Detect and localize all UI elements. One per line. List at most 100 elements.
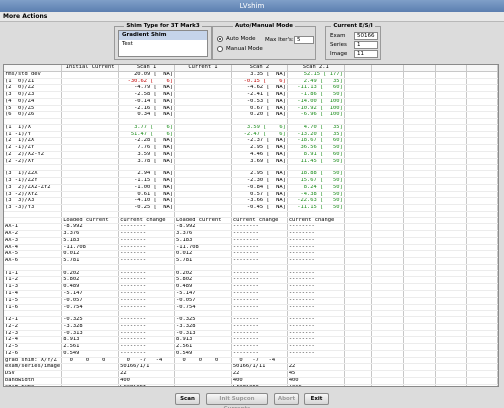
table-row[interactable]: AX-6 5.781 -------- 5.781 -------- -------- [4,257,498,265]
auto-mode-radio[interactable]: Auto Mode [217,36,256,42]
table-row[interactable]: (1 -1)/Y 51.47 [ 6] -2.47 [ 6] -13.20 [ 35] [4,131,498,139]
table-row[interactable]: T2-6 0.549 -------- 0.549 -------- -------- [4,350,498,358]
column-header[interactable]: Initial Current [61,65,120,72]
table-row[interactable]: (2 0)/Z2 -4.79 [ NA] -4.62 [ NA] -11.13 [ 6… [4,84,498,93]
table-row[interactable]: T2-5 2.561 -------- 2.561 -------- -------- [4,343,498,351]
table-row[interactable]: (3 -1)/Z2Y -1.15 [ NA] -2.30 [ NA] 15.67 [ … [4,177,498,185]
table-cell [174,363,232,372]
table-cell [435,71,468,79]
table-row[interactable]: (4 0)/Z4 -0.14 [ NA] -0.53 [ NA] -14.00 [ 1… [4,98,498,106]
table-cell [403,105,436,113]
table-cell: 3.77 [ 6] [118,124,176,132]
table-row[interactable]: (2 -1)/ZY 7.76 [ NA] 2.95 [ NA] 36.56 [ 50] [4,144,498,152]
table-cell [466,191,498,199]
table-cell [371,111,405,120]
table-row[interactable]: AX-3 5.183 -------- 5.183 -------- -------- [4,237,498,245]
table-row[interactable]: (5 0)/Z5 -2.16 [ NA] 0.67 [ NA] -10.92 [ 10… [4,105,498,113]
table-row[interactable]: (2 1)/ZX -2.28 [ NA] -2.37 [ NA] -18.67 [ 6… [4,137,498,146]
scan-button[interactable]: Scan [175,393,200,405]
series-field[interactable]: 1 [354,41,378,49]
table-cell [466,316,498,324]
table-cell [174,170,232,178]
table-cell: -11.708 [61,244,120,252]
table-row[interactable]: AX-5 0.012 -------- 0.012 -------- -------- [4,250,498,259]
table-cell [61,124,120,132]
table-cell: 0.67 [ NA] [231,105,288,113]
table-row[interactable]: T1-4 -5.147 -------- -5.147 -------- -------- [4,290,498,298]
table-row[interactable]: (3 3)/X3 -4.10 [ NA] -3.66 [ NA] -22.63 [ 5… [4,197,498,206]
table-row[interactable]: grad shim: X/Y/Z 0 0 0 0 -7 -4 0 0 0 0 -… [4,357,498,365]
table-row[interactable]: T1-1 0.202 -------- 0.202 -------- -------- [4,270,498,278]
table-row[interactable]: (6 0)/Z6 0.34 [ NA] 0.20 [ NA] -6.96 [ 100] [4,111,498,120]
table-cell [435,151,468,159]
table-cell: current change [118,217,176,225]
table-cell [344,98,373,106]
table-row[interactable]: (3 -2)/XYZ 0.61 [ NA] 0.57 [ NA] -4.38 [ 50… [4,191,498,199]
table-cell: 7.76 [ NA] [118,144,176,152]
table-cell: -0.84 [ NA] [231,184,288,192]
table-row[interactable]: (3 2)/ZX2-ZY2 -1.00 [ NA] -0.84 [ NA] 8.24 … [4,184,498,192]
table-row[interactable]: (1 0)/Z1 -30.62 [ 6] -0.15 [ 6] 2.49 [ 35] [4,78,498,86]
table-row[interactable]: (1 1)/X 3.77 [ 6] 3.59 [ 6] 4.70 [ 35] [4,124,498,132]
table-row[interactable]: shim typeGradientGradientTest [4,384,498,386]
table-cell: -3.328 [61,323,120,331]
exit-button[interactable]: Exit [304,393,329,405]
table-cell: Test [287,384,345,386]
table-row[interactable]: T1-5 -0.057 -------- -0.057 -------- -------- [4,297,498,305]
table-row[interactable]: Loaded current current change Loaded curre… [4,217,498,225]
shim-type-list[interactable]: Gradient Shim Test [118,30,208,57]
table-row[interactable]: AX-2 3.376 -------- 3.376 -------- -------- [4,230,498,238]
table-cell [371,84,405,93]
table-cell [344,316,373,324]
table-row[interactable]: T2-1 -0.325 -------- -0.325 -------- -------- [4,316,498,324]
table-cell [344,151,373,159]
table-cell [466,283,498,291]
table-row[interactable]: (2 2)/X2-Y2 3.59 [ NA] 4.46 [ NA] 8.91 [ 60… [4,151,498,159]
exam-field[interactable]: 50166 [354,32,378,40]
table-cell [371,78,405,86]
table-row[interactable]: T2-3 -0.313 -------- -0.313 -------- -------- [4,330,498,338]
table-row[interactable]: (2 -2)/XY 3.78 [ NA] 3.69 [ NA] 11.45 [ 50] [4,158,498,166]
table-cell [61,177,120,185]
table-cell [435,276,468,285]
image-field[interactable]: 11 [354,50,378,58]
table-row[interactable]: (3 -3)/Y3 -0.25 [ NA] -0.45 [ NA] -11.15 [ … [4,204,498,212]
table-row[interactable]: AX-4 -11.708 -------- -11.708 -------- ------… [4,244,498,252]
table-cell [174,98,232,106]
table-row[interactable]: T2-2 -3.328 -------- -3.328 -------- -------- [4,323,498,331]
table-cell [174,111,232,120]
table-cell: -13.20 [ 35] [287,131,345,139]
table-row[interactable]: (3 1)/Z2X 2.94 [ NA] 2.95 [ NA] 18.88 [ 50] [4,170,498,178]
shim-option-test[interactable]: Test [119,40,207,49]
table-cell: 0.489 [61,283,120,291]
abort-button[interactable]: Abort [274,393,299,405]
table-cell: 2.94 [ NA] [118,170,176,178]
table-row[interactable]: T2-4 8.913 -------- 8.913 -------- -------- [4,336,498,345]
table-cell [61,191,120,199]
table-row[interactable]: rms/std dev 20.09 [ NA] 3.35 [ NA] 52.15 [ … [4,71,498,79]
init-supcon-currents-button[interactable]: Init Supcon Currents [206,393,268,408]
table-cell [403,283,436,291]
table-row[interactable]: DSV 22 22 45 [4,370,498,378]
table-cell [435,363,468,372]
table-row[interactable]: exam/series/image 50166/1/1 50166/1/11 22 [4,363,498,372]
table-cell [371,131,405,139]
table-cell: -------- [231,290,288,298]
manual-mode-radio[interactable]: Manual Mode [217,46,263,52]
table-row[interactable]: bandwidth 400 400 400 [4,377,498,385]
table-cell: 400 [231,377,288,385]
menu-more-actions[interactable]: More Actions [3,13,47,20]
table-row[interactable]: T1-2 5.802 -------- 5.802 -------- -------- [4,276,498,285]
table-cell: -5.147 [174,290,232,298]
table-cell [466,363,498,372]
table-row[interactable]: AX-1 -8.992 -------- -8.992 -------- -------- [4,223,498,232]
table-row[interactable]: (3 0)/Z3 -2.58 [ NA] -2.41 [ NA] -1.86 [ 50… [4,91,498,99]
table-row[interactable]: T1-3 0.489 -------- 0.489 -------- -------- [4,283,498,291]
results-table-panel[interactable]: Initial Current Scan 1 Current 1 Scan 2 Scan… [3,64,499,387]
table-row[interactable]: T1-6 -0.754 -------- -0.754 -------- -------- [4,304,498,312]
table-cell [344,270,373,278]
table-cell [466,217,498,225]
table-cell [61,111,120,120]
max-iter-field[interactable]: 5 [294,36,314,44]
shim-option-gradient[interactable]: Gradient Shim [119,31,207,40]
